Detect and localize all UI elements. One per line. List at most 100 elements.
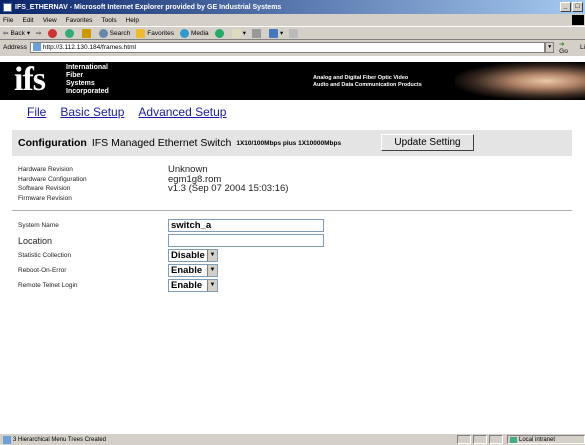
menu-tools[interactable]: Tools	[101, 17, 116, 24]
window-title: IFS_ETHERNAV - Microsoft Internet Explor…	[15, 3, 282, 11]
nav-advanced-setup-link[interactable]: Advanced Setup	[138, 105, 226, 119]
window-title-bar: IFS_ETHERNAV - Microsoft Internet Explor…	[0, 0, 585, 14]
company-name: International Fiber Systems Incorporated	[66, 64, 109, 95]
page-icon	[32, 43, 41, 51]
mail-icon	[231, 28, 241, 38]
print-button[interactable]	[251, 28, 263, 38]
media-button[interactable]: Media	[179, 28, 209, 38]
favorites-icon	[136, 28, 146, 38]
discuss-button[interactable]	[289, 28, 300, 38]
address-dropdown-button[interactable]: ▼	[545, 41, 555, 53]
minimize-button[interactable]: _	[560, 2, 571, 12]
dropdown-arrow-icon: ▼	[207, 280, 217, 291]
fiber-optic-image	[455, 62, 585, 100]
statistic-collection-select[interactable]: Disable ▼	[168, 249, 218, 262]
history-button[interactable]	[214, 28, 226, 38]
statistic-collection-row: Statistic Collection Disable ▼	[18, 248, 324, 263]
forward-arrow-icon: ⇨	[36, 30, 42, 37]
hardware-revision-row: Hardware Revision Unknown	[18, 164, 208, 176]
configuration-header: Configuration IFS Managed Ethernet Switc…	[12, 130, 572, 156]
remote-telnet-label: Remote Telnet Login	[18, 282, 78, 289]
reboot-on-error-select[interactable]: Enable ▼	[168, 264, 218, 277]
dropdown-arrow-icon: ▼	[207, 250, 217, 261]
remote-telnet-row: Remote Telnet Login Enable ▼	[18, 278, 324, 293]
menu-file[interactable]: File	[3, 17, 13, 24]
links-button[interactable]: Li	[580, 44, 585, 51]
nav-basic-setup-link[interactable]: Basic Setup	[60, 105, 124, 119]
search-button[interactable]: Search	[98, 28, 130, 38]
ie-app-icon	[3, 2, 12, 12]
banner-tagline: Analog and Digital Fiber Optic Video Aud…	[313, 75, 422, 88]
menu-favorites[interactable]: Favorites	[66, 17, 93, 24]
location-input[interactable]	[168, 234, 324, 247]
standard-toolbar: ⇦ Back ▾ ⇨ Search Favorites Media ▾ ▾	[0, 26, 585, 40]
discuss-icon	[289, 28, 299, 38]
edit-dropdown-icon: ▾	[279, 30, 284, 37]
print-icon	[251, 28, 261, 38]
home-button[interactable]	[81, 28, 93, 38]
refresh-button[interactable]	[64, 28, 76, 38]
system-name-input[interactable]: switch_a	[168, 219, 324, 232]
firmware-revision-row: Firmware Revision	[18, 194, 72, 202]
refresh-icon	[64, 28, 74, 38]
reboot-on-error-row: Reboot-On-Error Enable ▼	[18, 263, 324, 278]
dropdown-arrow-icon: ▼	[207, 265, 217, 276]
menu-bar: File Edit View Favorites Tools Help	[0, 14, 585, 26]
stop-icon	[47, 28, 57, 38]
location-label: Location	[18, 235, 53, 246]
status-pane	[489, 435, 503, 444]
edit-icon	[268, 28, 278, 38]
system-name-label: System Name	[18, 222, 59, 229]
go-arrow-icon: ➔	[559, 40, 565, 48]
status-panes	[457, 435, 503, 444]
media-icon	[179, 28, 189, 38]
address-url: http://3.112.130.184/frames.html	[42, 43, 136, 51]
back-arrow-icon: ⇦	[3, 30, 9, 37]
address-input[interactable]: http://3.112.130.184/frames.html	[29, 41, 546, 53]
revision-info: Hardware Revision Unknown Hardware Confi…	[18, 164, 289, 203]
remote-telnet-select[interactable]: Enable ▼	[168, 279, 218, 292]
status-pane	[473, 435, 487, 444]
back-dropdown-icon: ▾	[26, 30, 31, 37]
restore-button[interactable]: □	[572, 2, 583, 12]
favorites-button[interactable]: Favorites	[136, 28, 174, 38]
settings-form: System Name switch_a Location Statistic …	[18, 218, 324, 293]
mail-dropdown-icon: ▾	[242, 30, 246, 37]
go-button[interactable]: ➔ Go	[559, 40, 575, 55]
ifs-logo: ifs	[14, 61, 46, 98]
system-name-row: System Name switch_a	[18, 218, 324, 233]
page-done-icon	[3, 435, 11, 444]
statistic-collection-label: Statistic Collection	[18, 252, 72, 259]
menu-view[interactable]: View	[43, 17, 57, 24]
config-title: Configuration	[18, 137, 87, 149]
section-divider	[12, 210, 572, 211]
status-bar: 3 Hierarchical Menu Trees Created Local …	[0, 434, 585, 445]
address-label: Address	[3, 43, 27, 51]
history-icon	[214, 28, 224, 38]
ie-throbber-icon	[572, 15, 584, 25]
ifs-banner: ifs International Fiber Systems Incorpor…	[0, 62, 585, 100]
software-revision-row: Software Revision v1.3 (Sep 07 2004 15:0…	[18, 183, 289, 195]
address-bar: Address http://3.112.130.184/frames.html…	[0, 40, 585, 55]
intranet-icon	[510, 436, 517, 443]
port-spec: 1X10/100Mbps plus 1X10000Mbps	[236, 139, 342, 147]
stop-button[interactable]	[47, 28, 59, 38]
status-message: 3 Hierarchical Menu Trees Created	[13, 436, 107, 443]
back-button[interactable]: ⇦ Back ▾	[3, 29, 31, 38]
reboot-on-error-label: Reboot-On-Error	[18, 267, 67, 274]
nav-file-link[interactable]: File	[27, 105, 46, 119]
menu-help[interactable]: Help	[126, 17, 139, 24]
menu-edit[interactable]: Edit	[22, 17, 33, 24]
product-name: IFS Managed Ethernet Switch	[91, 137, 232, 149]
location-row: Location	[18, 233, 324, 248]
security-zone: Local intranet	[507, 435, 585, 444]
update-setting-button[interactable]: Update Setting	[381, 134, 474, 151]
home-icon	[81, 28, 91, 38]
forward-button[interactable]: ⇨	[36, 29, 41, 37]
status-pane	[457, 435, 471, 444]
page-viewport: ifs International Fiber Systems Incorpor…	[0, 56, 585, 434]
search-icon	[98, 28, 108, 38]
edit-button[interactable]: ▾	[268, 28, 284, 38]
mail-button[interactable]: ▾	[231, 28, 246, 38]
top-navigation: File Basic Setup Advanced Setup	[27, 105, 226, 119]
